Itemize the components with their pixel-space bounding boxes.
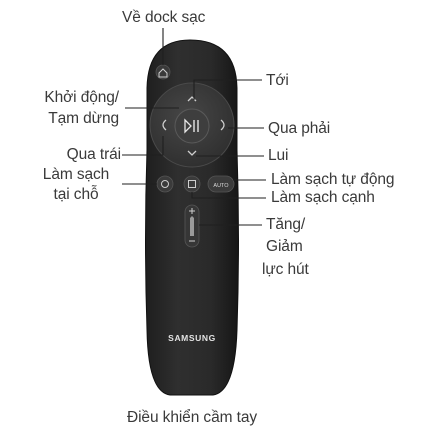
label-start-pause-line1: Khởi động/ <box>44 89 119 106</box>
suction-bar-icon <box>190 216 194 236</box>
auto-button-text: AUTO <box>213 183 229 189</box>
label-spot-clean-line2: tại chỗ <box>53 186 99 203</box>
label-start-pause-line2: Tạm dừng <box>48 110 119 127</box>
start-pause-button[interactable] <box>174 108 210 144</box>
caption: Điều khiển cầm tay <box>126 409 257 426</box>
auto-clean-button[interactable]: AUTO <box>207 175 235 193</box>
label-suction-line3: lực hút <box>262 261 309 278</box>
suction-rocker[interactable] <box>184 204 200 248</box>
label-auto-clean: Làm sạch tự động <box>271 171 395 188</box>
label-suction-line2: Giảm <box>266 238 303 255</box>
remote-illustration: AUTO SAMSUNG <box>122 28 266 396</box>
label-turn-right: Qua phải <box>268 120 331 137</box>
label-forward: Tới <box>266 72 289 89</box>
label-spot-clean-line1: Làm sạch <box>42 166 110 183</box>
label-turn-left: Qua trái <box>66 146 121 163</box>
edge-clean-button[interactable] <box>183 175 201 193</box>
remote-diagram: AUTO SAMSUNG Về dock sạc Tới Khởi động/ <box>0 0 435 435</box>
label-dock: Về dock sạc <box>122 9 206 26</box>
spot-clean-button[interactable] <box>156 175 174 193</box>
label-back: Lui <box>268 147 289 164</box>
label-suction-line1: Tăng/ <box>266 216 306 233</box>
dock-button[interactable] <box>155 64 171 80</box>
brand-logo: SAMSUNG <box>168 333 216 343</box>
label-edge-clean: Làm sạch cạnh <box>271 189 375 206</box>
